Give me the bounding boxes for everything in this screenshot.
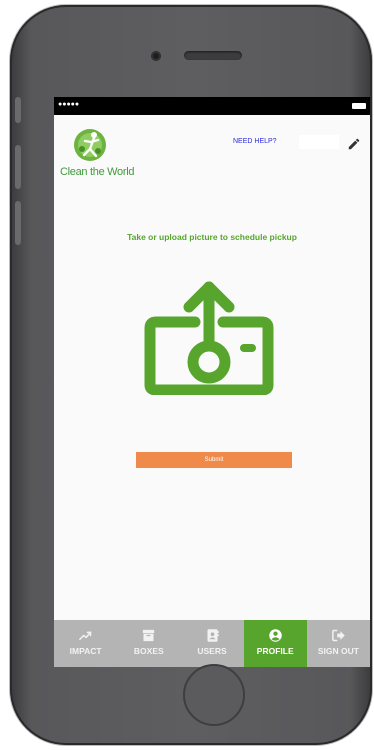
contacts-icon: [207, 629, 219, 642]
tab-users-label: USERS: [197, 646, 227, 656]
edit-field[interactable]: [299, 135, 339, 149]
home-button[interactable]: [183, 664, 245, 726]
phone-frame: ●●●●● Clean the World NEED HELP? Take or…: [10, 5, 372, 745]
volume-down-button: [15, 201, 21, 245]
user-circle-icon: [268, 629, 282, 642]
archive-box-icon: [143, 629, 155, 642]
bottom-tab-bar: IMPACT BOXES USERS PROFILE SIGN OUT: [54, 620, 370, 667]
camera-upload-icon[interactable]: [144, 277, 274, 395]
tab-boxes-label: BOXES: [133, 646, 164, 656]
status-bar: ●●●●●: [54, 97, 370, 115]
upload-prompt: Take or upload picture to schedule picku…: [127, 232, 297, 242]
app-screen: ●●●●● Clean the World NEED HELP? Take or…: [54, 97, 370, 667]
mute-switch: [15, 97, 21, 123]
signal-icon: ●●●●●: [58, 101, 80, 108]
trend-up-icon: [79, 631, 92, 640]
tab-impact-label: IMPACT: [69, 646, 102, 656]
tab-profile[interactable]: PROFILE: [243, 620, 307, 667]
speaker-grille: [184, 51, 242, 60]
tab-boxes[interactable]: BOXES: [117, 620, 180, 667]
battery-icon: [352, 103, 366, 109]
tab-sign-out-label: SIGN OUT: [317, 646, 359, 656]
tab-users[interactable]: USERS: [180, 620, 243, 667]
tab-impact[interactable]: IMPACT: [54, 620, 117, 667]
pencil-icon[interactable]: [347, 137, 361, 151]
volume-up-button: [15, 145, 21, 189]
submit-button[interactable]: Submit: [136, 452, 292, 468]
sign-out-icon: [332, 629, 345, 642]
tab-sign-out[interactable]: SIGN OUT: [307, 620, 370, 667]
need-help-link[interactable]: NEED HELP?: [233, 138, 277, 145]
tab-profile-label: PROFILE: [256, 646, 294, 656]
front-camera: [151, 51, 161, 61]
logo-text: Clean the World: [60, 166, 135, 178]
